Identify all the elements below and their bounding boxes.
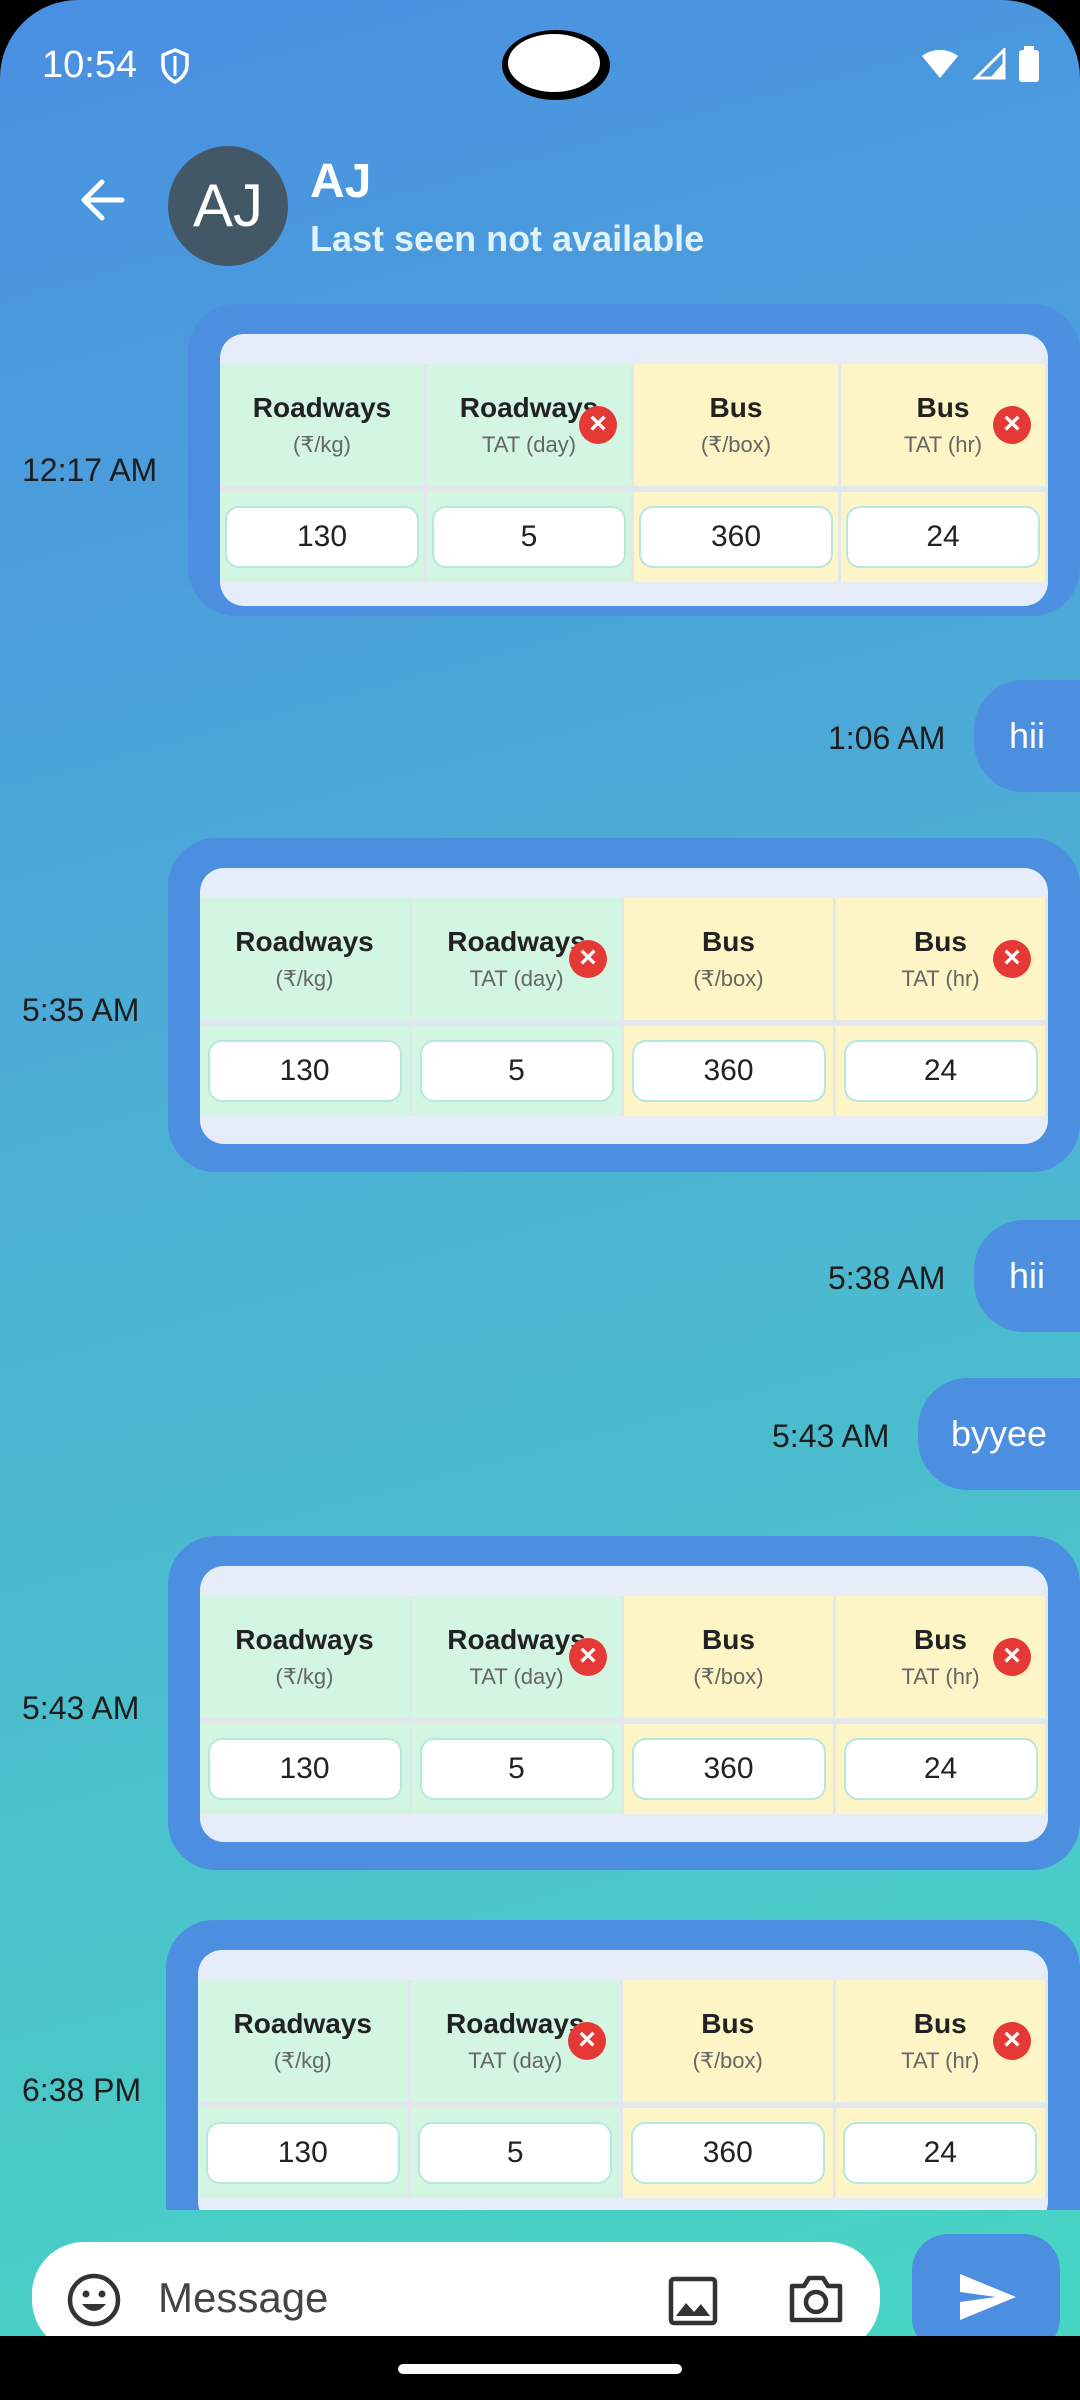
- message-input[interactable]: Message: [158, 2274, 328, 2322]
- rate-card-message[interactable]: Roadways (₹/kg) Roadways TAT (day) × Bus (₹/…: [168, 838, 1080, 1172]
- last-seen-status: Last seen not available: [310, 218, 705, 259]
- contact-name[interactable]: AJ: [310, 154, 371, 209]
- value-field[interactable]: 24: [843, 1738, 1038, 1800]
- value-field[interactable]: 360: [631, 1738, 826, 1800]
- header-cell: Roadways TAT (day) ×: [412, 1596, 624, 1718]
- signal-icon: [972, 46, 1006, 85]
- header-cell: Roadways TAT (day) ×: [412, 898, 624, 1020]
- header-cell: Roadways (₹/kg): [200, 1596, 412, 1718]
- home-gesture-handle[interactable]: [398, 2364, 682, 2374]
- system-icons: [920, 46, 1040, 87]
- header-cell: Roadways TAT (day) ×: [410, 1980, 623, 2102]
- wifi-icon: [920, 48, 960, 85]
- remove-column-icon[interactable]: ×: [993, 940, 1031, 978]
- value-field[interactable]: 130: [205, 2122, 400, 2184]
- message-time: 5:43 AM: [772, 1418, 890, 1454]
- value-field[interactable]: 24: [846, 506, 1040, 568]
- avatar[interactable]: AJ: [168, 146, 288, 266]
- camera-icon[interactable]: [788, 2272, 844, 2331]
- header-cell: Bus (₹/box): [623, 1980, 836, 2102]
- header-cell: Bus TAT (hr) ×: [836, 898, 1048, 1020]
- phone-screen: 10:54 AJ AJ Last seen not available 12:1…: [0, 0, 1080, 2400]
- message-time: 1:06 AM: [828, 720, 946, 756]
- sent-message-bubble[interactable]: hii: [974, 1220, 1080, 1332]
- remove-column-icon[interactable]: ×: [569, 1638, 607, 1676]
- value-field[interactable]: 5: [418, 2122, 613, 2184]
- back-arrow-icon[interactable]: [78, 176, 128, 229]
- value-field[interactable]: 24: [843, 2122, 1038, 2184]
- value-field[interactable]: 130: [207, 1738, 402, 1800]
- header-cell: Bus TAT (hr) ×: [835, 1980, 1048, 2102]
- value-field[interactable]: 360: [639, 506, 833, 568]
- message-time: 6:38 PM: [22, 2072, 142, 2108]
- remove-column-icon[interactable]: ×: [993, 2022, 1031, 2060]
- value-field[interactable]: 360: [631, 1040, 826, 1102]
- gallery-icon[interactable]: [668, 2276, 718, 2331]
- battery-icon: [1018, 46, 1040, 87]
- sent-message-bubble[interactable]: byyee: [918, 1378, 1080, 1490]
- header-cell: Roadways (₹/kg): [220, 364, 427, 486]
- value-field[interactable]: 130: [225, 506, 419, 568]
- header-cell: Bus TAT (hr) ×: [841, 364, 1048, 486]
- header-cell: Bus (₹/box): [624, 898, 836, 1020]
- message-time: 5:38 AM: [828, 1260, 946, 1296]
- chat-header: AJ AJ Last seen not available: [0, 130, 1080, 280]
- message-time: 5:35 AM: [22, 992, 140, 1028]
- header-cell: Bus (₹/box): [624, 1596, 836, 1718]
- remove-column-icon[interactable]: ×: [993, 1638, 1031, 1676]
- message-time: 12:17 AM: [22, 452, 158, 488]
- value-field[interactable]: 5: [419, 1040, 614, 1102]
- message-list[interactable]: 12:17 AM Roadways (₹/kg) Roadways TAT (day…: [0, 280, 1080, 2210]
- header-cell: Bus (₹/box): [634, 364, 841, 486]
- sent-message-bubble[interactable]: hii: [974, 680, 1080, 792]
- value-field[interactable]: 5: [419, 1738, 614, 1800]
- rate-card-message[interactable]: Roadways (₹/kg) Roadways TAT (day) × Bus (₹/…: [188, 304, 1080, 616]
- status-bar: 10:54: [0, 0, 1080, 130]
- status-time: 10:54: [42, 44, 138, 86]
- remove-column-icon[interactable]: ×: [568, 2022, 606, 2060]
- camera-cutout: [502, 30, 610, 100]
- header-cell: Roadways (₹/kg): [200, 898, 412, 1020]
- remove-column-icon[interactable]: ×: [569, 940, 607, 978]
- header-cell: Bus TAT (hr) ×: [836, 1596, 1048, 1718]
- rate-card-message[interactable]: Roadways (₹/kg) Roadways TAT (day) × Bus (₹/…: [166, 1920, 1080, 2210]
- value-field[interactable]: 130: [207, 1040, 402, 1102]
- rate-card-message[interactable]: Roadways (₹/kg) Roadways TAT (day) × Bus (₹/…: [168, 1536, 1080, 1870]
- value-field[interactable]: 24: [843, 1040, 1038, 1102]
- remove-column-icon[interactable]: ×: [579, 406, 617, 444]
- send-icon: [958, 2272, 1018, 2327]
- message-time: 5:43 AM: [22, 1690, 140, 1726]
- header-cell: Roadways TAT (day) ×: [427, 364, 634, 486]
- value-field[interactable]: 5: [432, 506, 626, 568]
- value-field[interactable]: 360: [630, 2122, 825, 2184]
- header-cell: Roadways (₹/kg): [198, 1980, 411, 2102]
- remove-column-icon[interactable]: ×: [993, 406, 1031, 444]
- emoji-icon[interactable]: [66, 2272, 122, 2333]
- shield-icon: [160, 48, 190, 89]
